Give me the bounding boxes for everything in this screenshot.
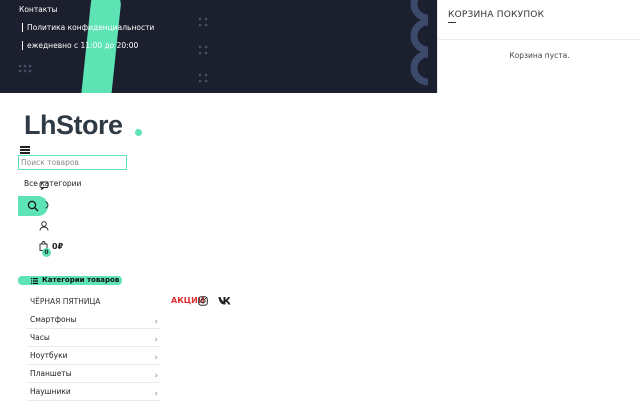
top-bar: Контакты Политика конфиденциальности еже…: [0, 0, 437, 93]
cart-total[interactable]: 0₽: [52, 242, 63, 251]
cart-title-underline: [448, 22, 456, 23]
logo-dot: [135, 129, 142, 136]
top-working-hours: ежедневно с 11:00 до 20:00: [22, 41, 138, 50]
category-list: ЧЁРНАЯ ПЯТНИЦА Смартфоны › Часы › Ноутбуки…: [27, 293, 160, 401]
site-logo[interactable]: LhStore: [24, 110, 123, 141]
cart-panel-title: КОРЗИНА ПОКУПОК: [448, 10, 545, 20]
decorative-dots-icon: [18, 64, 32, 73]
category-item-black-friday[interactable]: ЧЁРНАЯ ПЯТНИЦА: [27, 293, 160, 311]
hamburger-menu-icon[interactable]: [20, 146, 30, 154]
instagram-icon[interactable]: [198, 296, 208, 306]
vk-icon[interactable]: [218, 296, 231, 305]
search-input[interactable]: [18, 155, 127, 170]
search-icon: [27, 200, 39, 212]
categories-title: Категории товаров: [42, 276, 120, 284]
top-link-contacts[interactable]: Контакты: [19, 5, 58, 14]
cart-divider: [438, 39, 640, 40]
list-icon: [31, 277, 38, 284]
heart-icon[interactable]: [45, 201, 50, 209]
chat-icon[interactable]: [39, 181, 49, 190]
cart-panel: КОРЗИНА ПОКУПОК Корзина пуста.: [437, 0, 640, 93]
category-item-smartphones[interactable]: Смартфоны ›: [27, 311, 160, 329]
categories-toggle-button[interactable]: Категории товаров: [18, 276, 122, 285]
user-icon[interactable]: [39, 221, 49, 231]
cart-count-badge: 0: [42, 248, 51, 257]
category-select[interactable]: Все категории: [24, 179, 81, 188]
search-button[interactable]: [18, 196, 48, 216]
category-item-laptops[interactable]: Ноутбуки ›: [27, 347, 160, 365]
cart-empty-message: Корзина пуста.: [509, 51, 570, 60]
category-item-watches[interactable]: Часы ›: [27, 329, 160, 347]
category-item-tablets[interactable]: Планшеты ›: [27, 365, 160, 383]
category-item-headphones[interactable]: Наушники ›: [27, 383, 160, 401]
decorative-dots-column-icon: [198, 17, 208, 83]
decorative-arcs-icon: [410, 0, 429, 86]
top-link-privacy[interactable]: Политика конфиденциальности: [22, 23, 154, 32]
chevron-right-icon: ›: [154, 389, 158, 399]
